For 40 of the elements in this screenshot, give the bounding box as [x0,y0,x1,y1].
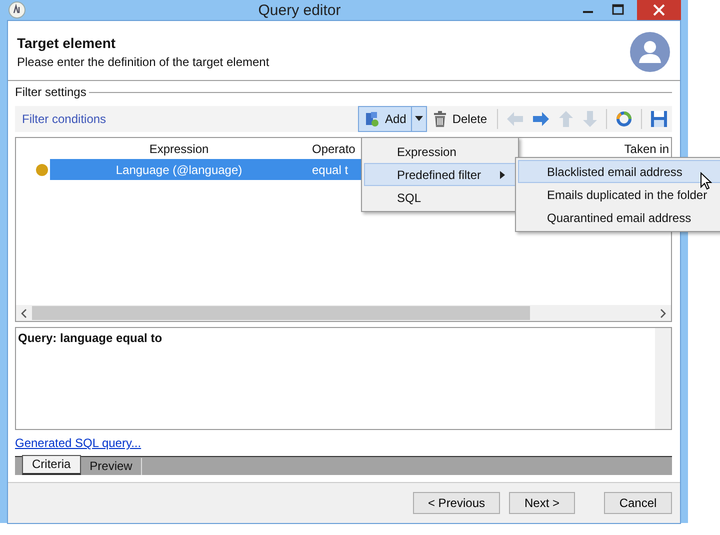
horizontal-scrollbar[interactable] [16,305,671,321]
dropdown-button[interactable] [411,106,428,132]
section-label: Filter settings [15,85,86,99]
add-icon [364,111,380,127]
wizard-button[interactable]: Cancel [604,492,672,514]
scroll-left-icon[interactable] [21,308,27,318]
wizard-button[interactable]: Next > [509,492,575,514]
tab[interactable]: Preview [80,458,142,475]
close-icon[interactable] [637,0,681,20]
window-title: Query editor [257,2,342,18]
column-header[interactable]: Taken in [624,142,669,156]
toolbar-title: Filter conditions [22,112,106,126]
app-icon [8,1,26,19]
page-subtitle: Please enter the definition of the target element [17,54,270,68]
table-cell: Language (@language) [116,162,242,176]
table-cell: equal t [312,162,348,176]
menu-item[interactable]: Predefined filter [364,163,516,186]
menu-item[interactable]: SQL [364,186,516,209]
page-title: Target element [17,34,117,50]
column-header[interactable]: Expression [149,142,209,156]
sql-query-link[interactable]: Generated SQL query... [15,436,142,450]
menu-item[interactable]: Expression [364,140,516,163]
refresh-icon[interactable] [615,110,633,128]
submenu-arrow-icon [500,170,505,178]
delete-button[interactable]: Delete [427,106,493,132]
vertical-scrollbar[interactable] [655,328,671,429]
mouse-pointer-icon [700,172,712,190]
menu-item[interactable]: Emails duplicated in the folder [518,183,720,206]
scroll-right-icon[interactable] [660,308,666,318]
wizard-button[interactable]: < Previous [412,492,500,514]
right-arrow-icon[interactable] [532,111,550,127]
menu-item[interactable]: Quarantined email address [518,206,720,229]
add-button[interactable]: Add [358,106,412,132]
caret-icon [415,116,424,122]
query-text: Query: language equal to [17,330,164,347]
trash-icon [433,111,448,127]
tab[interactable]: Criteria [22,455,81,475]
column-header[interactable]: Operato [312,142,356,156]
user-avatar-icon [630,32,670,72]
menu-item[interactable]: Blacklisted email address [518,160,720,183]
